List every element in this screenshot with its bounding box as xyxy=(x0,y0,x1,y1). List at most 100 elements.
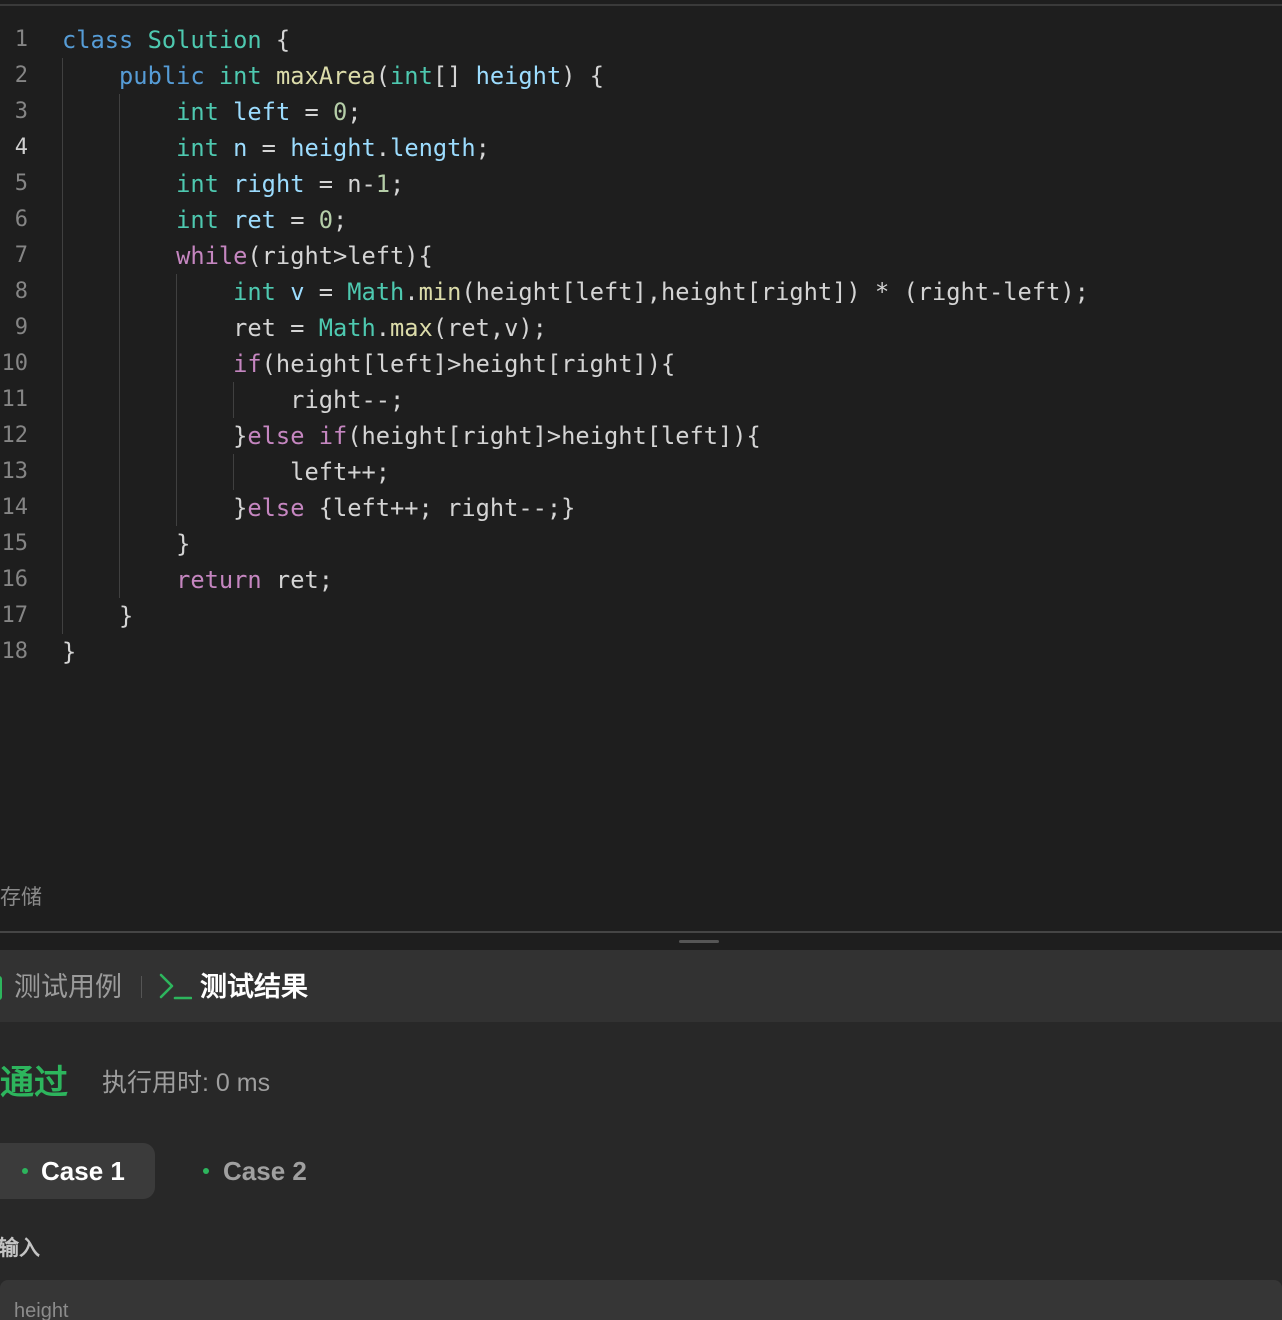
code-token-plain: [] xyxy=(432,62,476,90)
code-line[interactable]: 13 left++; xyxy=(0,454,1282,490)
code-token-variable: length xyxy=(390,134,476,162)
tab-test-cases-label[interactable]: 测试用例 xyxy=(14,971,122,1003)
code-text: }else if(height[right]>height[left]){ xyxy=(62,418,761,454)
code-text: }else {left++; right--;} xyxy=(62,490,575,526)
code-line[interactable]: 2 public int maxArea(int[] height) { xyxy=(0,58,1282,94)
code-line[interactable]: 16 return ret; xyxy=(0,562,1282,598)
code-text: public int maxArea(int[] height) { xyxy=(62,58,604,94)
line-number: 13 xyxy=(1,459,29,484)
indent-guide xyxy=(119,490,121,526)
code-line[interactable]: 5 int right = n-1; xyxy=(0,166,1282,202)
code-token-plain: . xyxy=(375,134,391,162)
code-token-type: Math xyxy=(318,314,376,342)
code-token-plain: ; xyxy=(390,170,405,198)
code-line[interactable]: 11 right--; xyxy=(0,382,1282,418)
code-text: } xyxy=(62,526,190,562)
code-token-type: int xyxy=(176,134,219,162)
code-line[interactable]: 17 } xyxy=(0,598,1282,634)
indent-guide xyxy=(233,382,235,418)
tab-test-results-label[interactable]: 测试结果 xyxy=(200,971,308,1003)
case-tab-label[interactable]: Case 1 xyxy=(41,1143,125,1199)
indent-guide xyxy=(119,454,121,490)
line-number: 1 xyxy=(14,27,28,52)
code-token-plain: (height[left],height[right]) * (right-le… xyxy=(461,278,1089,306)
line-number: 11 xyxy=(1,387,29,412)
case-tab-label[interactable]: Case 2 xyxy=(223,1143,307,1199)
code-token-plain: ; xyxy=(475,134,490,162)
indent-guide xyxy=(176,382,178,418)
line-number: 15 xyxy=(1,531,29,556)
code-token-type: int xyxy=(390,62,433,90)
code-token-plain: (height[right]>height[left]){ xyxy=(347,422,761,450)
code-token-plain: { xyxy=(261,26,291,54)
code-token-variable: height xyxy=(475,62,562,90)
code-line[interactable]: 1 class Solution { xyxy=(0,22,1282,58)
code-token-plain: ret; xyxy=(261,566,333,594)
code-token-plain: ret = xyxy=(62,314,319,342)
code-line[interactable]: 12 }else if(height[right]>height[left]){ xyxy=(0,418,1282,454)
line-number: 3 xyxy=(14,99,28,124)
code-line[interactable]: 15 } xyxy=(0,526,1282,562)
code-line[interactable]: 7 while(right>left){ xyxy=(0,238,1282,274)
indent-guide xyxy=(62,454,63,490)
result-panel-body: 通过 执行用时: 0 ms Case 1 Case 2 输入 height xyxy=(0,1022,1282,1320)
code-token-plain: = n- xyxy=(304,170,376,198)
terminal-icon xyxy=(159,973,192,1000)
code-line[interactable]: 9 ret = Math.max(ret,v); xyxy=(0,310,1282,346)
panel-divider xyxy=(0,931,1282,933)
indent-guide xyxy=(176,346,178,382)
case-tab-1[interactable]: Case 1 xyxy=(0,1143,155,1199)
code-token-plain: = xyxy=(290,98,333,126)
code-lines[interactable]: 1 class Solution {2 public int maxArea(in… xyxy=(0,22,1282,670)
indent-guide xyxy=(62,418,63,454)
indent-guide xyxy=(119,202,121,238)
code-token-plain: = xyxy=(275,206,319,234)
code-line[interactable]: 14 }else {left++; right--;} xyxy=(0,490,1282,526)
code-line[interactable]: 10 if(height[left]>height[right]){ xyxy=(0,346,1282,382)
line-number: 6 xyxy=(14,207,28,232)
code-token-variable: v xyxy=(290,278,305,306)
code-token-plain: (height[left]>height[right]){ xyxy=(261,350,676,378)
indent-guide xyxy=(62,238,63,274)
code-line[interactable]: 6 int ret = 0; xyxy=(0,202,1282,238)
indent-guide xyxy=(119,130,121,166)
code-token-plain: ) { xyxy=(561,62,605,90)
indent-guide xyxy=(176,490,178,526)
code-text: int v = Math.min(height[left],height[rig… xyxy=(62,274,1089,310)
line-number: 4 xyxy=(14,135,28,160)
save-status-label: 存储 xyxy=(0,886,42,909)
case-tab-2[interactable]: Case 2 xyxy=(190,1143,320,1199)
code-token-type: int xyxy=(176,98,219,126)
code-token-control: if xyxy=(233,350,262,378)
panel-resize-handle[interactable] xyxy=(679,940,719,943)
code-token-plain: } xyxy=(62,638,77,666)
code-text: } xyxy=(62,598,133,634)
code-text: return ret; xyxy=(62,562,333,598)
code-line[interactable]: 3 int left = 0; xyxy=(0,94,1282,130)
code-token-plain: ( xyxy=(375,62,391,90)
code-token-plain: } xyxy=(62,494,248,522)
code-line[interactable]: 4 int n = height.length; xyxy=(0,130,1282,166)
code-line[interactable]: 8 int v = Math.min(height[left],height[r… xyxy=(0,274,1282,310)
indent-guide xyxy=(119,418,121,454)
code-token-function: min xyxy=(418,278,462,306)
code-token-number: 1 xyxy=(375,170,391,198)
code-token-plain: . xyxy=(375,314,391,342)
input-field-height[interactable]: height xyxy=(0,1280,1282,1320)
code-editor[interactable]: 1 class Solution {2 public int maxArea(in… xyxy=(0,0,1282,931)
code-line[interactable]: 18} xyxy=(0,634,1282,670)
code-text: int right = n-1; xyxy=(62,166,404,202)
code-token-function: maxArea xyxy=(275,62,376,90)
code-token-function: max xyxy=(390,314,433,342)
indent-guide xyxy=(62,130,63,166)
line-number: 7 xyxy=(14,243,28,268)
code-text: left++; xyxy=(62,454,390,490)
